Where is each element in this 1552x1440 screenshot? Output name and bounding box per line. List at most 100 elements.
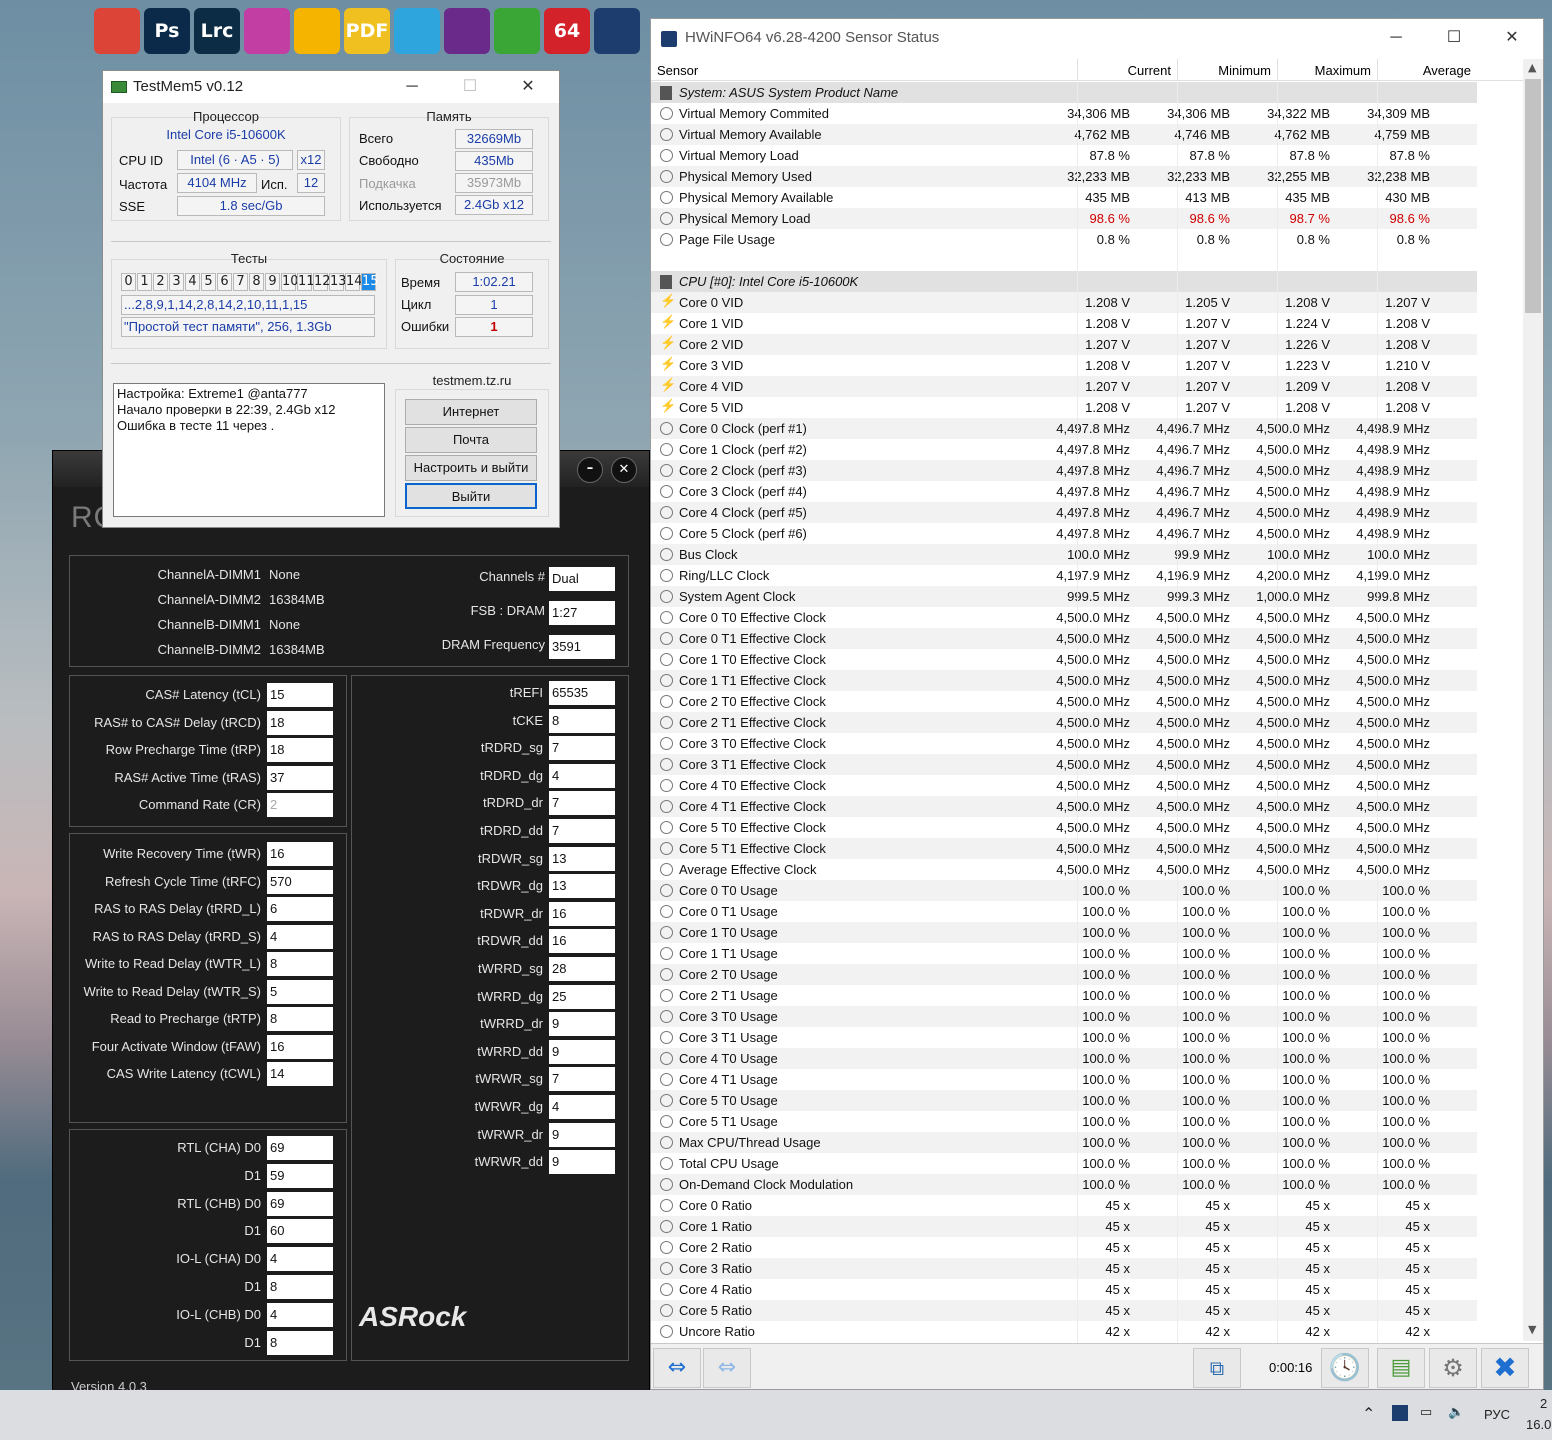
tertiary-timing-value[interactable]: 16 (549, 901, 615, 926)
tertiary-timing-value[interactable]: 25 (549, 984, 615, 1009)
sensor-row[interactable]: Total CPU Usage 100.0 % 100.0 % 100.0 % 100.… (651, 1153, 1477, 1174)
rtl-value[interactable]: 8 (267, 1275, 333, 1299)
sensor-row[interactable]: Core 5 Ratio 45 x 45 x 45 x 45 x (651, 1300, 1477, 1321)
col-minimum[interactable]: Minimum (1177, 59, 1271, 81)
vertical-scrollbar[interactable]: ▲ ▼ (1523, 59, 1543, 1341)
rtl-value[interactable]: 69 (267, 1191, 333, 1216)
network-button[interactable]: ⧉ (1193, 1348, 1241, 1388)
sensor-row[interactable]: Core 3 T0 Effective Clock 4,500.0 MHz 4,50… (651, 733, 1477, 754)
sensor-row[interactable]: Core 1 T0 Usage 100.0 % 100.0 % 100.0 % 100.… (651, 922, 1477, 943)
sensor-row[interactable]: ⚡ Core 5 VID 1.208 V 1.207 V 1.208 V 1.208 V (651, 397, 1477, 418)
sensor-row[interactable]: Virtual Memory Commited 34,306 MB 34,306 M… (651, 103, 1477, 124)
secondary-timing-value[interactable]: 570 (267, 869, 333, 894)
clock-button[interactable]: 🕓 (1321, 1348, 1369, 1388)
tertiary-timing-value[interactable]: 9 (549, 1122, 615, 1147)
aimp-icon[interactable] (294, 8, 340, 54)
col-average[interactable]: Average (1377, 59, 1471, 81)
sensor-row[interactable]: Core 3 T0 Usage 100.0 % 100.0 % 100.0 % 100.… (651, 1006, 1477, 1027)
log-report-button[interactable]: ▤ (1377, 1348, 1425, 1388)
sensor-row[interactable]: Core 1 T1 Usage 100.0 % 100.0 % 100.0 % 100.… (651, 943, 1477, 964)
sensor-row[interactable]: Average Effective Clock 4,500.0 MHz 4,500.… (651, 859, 1477, 880)
sensor-row[interactable]: Core 4 Ratio 45 x 45 x 45 x 45 x (651, 1279, 1477, 1300)
sensor-row[interactable]: Core 0 T1 Usage 100.0 % 100.0 % 100.0 % 100.… (651, 901, 1477, 922)
network-icon[interactable]: ▭ (1420, 1404, 1432, 1420)
primary-timing-value[interactable]: 18 (267, 738, 333, 762)
testmem-close-button[interactable]: ✕ (505, 71, 551, 103)
hwinfo-app-icon[interactable] (594, 8, 640, 54)
sensor-row[interactable]: Core 5 T1 Usage 100.0 % 100.0 % 100.0 % 100.… (651, 1111, 1477, 1132)
sensor-row[interactable]: Virtual Memory Load 87.8 % 87.8 % 87.8 % 87.… (651, 145, 1477, 166)
col-sensor[interactable]: Sensor (657, 63, 698, 78)
rtl-value[interactable]: 59 (267, 1163, 333, 1188)
sensor-row[interactable]: Core 0 Ratio 45 x 45 x 45 x 45 x (651, 1195, 1477, 1216)
language-indicator[interactable]: РУС (1484, 1407, 1510, 1422)
hwinfo-titlebar[interactable]: HWiNFO64 v6.28-4200 Sensor Status ─ ☐ ✕ (651, 19, 1543, 57)
sensor-row[interactable]: Core 4 T0 Usage 100.0 % 100.0 % 100.0 % 100.… (651, 1048, 1477, 1069)
tertiary-timing-value[interactable]: 16 (549, 929, 615, 954)
sensor-row[interactable]: Core 5 T1 Effective Clock 4,500.0 MHz 4,50… (651, 838, 1477, 859)
sensor-row[interactable]: Core 2 T1 Usage 100.0 % 100.0 % 100.0 % 100.… (651, 985, 1477, 1006)
tertiary-timing-value[interactable]: 13 (549, 846, 615, 871)
sensor-row[interactable]: On-Demand Clock Modulation 100.0 % 100.0 %… (651, 1174, 1477, 1195)
sensor-row[interactable]: Core 5 T0 Usage 100.0 % 100.0 % 100.0 % 100.… (651, 1090, 1477, 1111)
log-textbox[interactable]: Настройка: Extreme1 @anta777 Начало прове… (113, 383, 385, 517)
sensor-row[interactable]: Virtual Memory Available 4,762 MB 4,746 MB… (651, 124, 1477, 145)
tertiary-timing-value[interactable]: 7 (549, 1067, 615, 1092)
sensor-row[interactable]: Core 1 T1 Effective Clock 4,500.0 MHz 4,50… (651, 670, 1477, 691)
sensor-row[interactable]: Core 3 Ratio 45 x 45 x 45 x 45 x (651, 1258, 1477, 1279)
sensor-row[interactable]: Core 5 Clock (perf #6) 4,497.8 MHz 4,496.7… (651, 523, 1477, 544)
secondary-timing-value[interactable]: 4 (267, 924, 333, 949)
sensor-row[interactable]: Core 0 T1 Effective Clock 4,500.0 MHz 4,50… (651, 628, 1477, 649)
sensor-row[interactable]: Page File Usage 0.8 % 0.8 % 0.8 % 0.8 % (651, 229, 1477, 250)
sensor-row[interactable]: ⚡ Core 1 VID 1.208 V 1.207 V 1.224 V 1.208 V (651, 313, 1477, 334)
tertiary-timing-value[interactable]: 65535 (549, 681, 615, 705)
secondary-timing-value[interactable]: 16 (267, 1034, 333, 1059)
tertiary-timing-value[interactable]: 7 (549, 791, 615, 816)
photoshop-icon[interactable]: Ps (144, 8, 190, 54)
secondary-timing-value[interactable]: 5 (267, 979, 333, 1004)
telegram-icon[interactable] (394, 8, 440, 54)
exit-button[interactable]: Выйти (405, 483, 537, 509)
channel-info-value[interactable]: 3591 (549, 635, 615, 659)
sensor-row[interactable]: Core 2 Clock (perf #3) 4,497.8 MHz 4,496.7… (651, 460, 1477, 481)
tray-chevron-icon[interactable]: ⌃ (1362, 1404, 1375, 1424)
rtl-value[interactable]: 69 (267, 1136, 333, 1160)
sensor-row[interactable]: Core 1 Ratio 45 x 45 x 45 x 45 x (651, 1216, 1477, 1237)
tray-app-icon[interactable] (1392, 1405, 1408, 1421)
channel-info-value[interactable]: Dual (549, 567, 615, 591)
sensor-row[interactable]: Core 4 T1 Effective Clock 4,500.0 MHz 4,50… (651, 796, 1477, 817)
tertiary-timing-value[interactable]: 4 (549, 1095, 615, 1119)
sensor-row[interactable]: Ring/LLC Clock 4,197.9 MHz 4,196.9 MHz 4,20… (651, 565, 1477, 586)
expand-arrows-button[interactable]: ⇔ (653, 1348, 701, 1388)
testmem-titlebar[interactable]: TestMem5 v0.12 ─ ☐ ✕ (103, 71, 559, 103)
sensor-row[interactable]: ⚡ Core 2 VID 1.207 V 1.207 V 1.226 V 1.208 V (651, 334, 1477, 355)
sensor-row[interactable]: ⚡ Core 3 VID 1.208 V 1.207 V 1.223 V 1.210 V (651, 355, 1477, 376)
testmem-maximize-button[interactable]: ☐ (447, 71, 493, 103)
rtl-value[interactable]: 8 (267, 1330, 333, 1355)
asrock-minimize-button[interactable]: – (577, 457, 603, 483)
tertiary-timing-value[interactable]: 13 (549, 874, 615, 899)
sensor-row[interactable]: Core 3 Clock (perf #4) 4,497.8 MHz 4,496.7… (651, 481, 1477, 502)
tertiary-timing-value[interactable]: 9 (549, 1039, 615, 1064)
primary-timing-value[interactable]: 18 (267, 710, 333, 735)
scroll-up-arrow[interactable]: ▲ (1528, 61, 1536, 74)
lightroom-icon[interactable]: Lrc (194, 8, 240, 54)
col-current[interactable]: Current (1077, 59, 1171, 81)
sensor-row[interactable]: Physical Memory Available 435 MB 413 MB 435… (651, 187, 1477, 208)
rtl-value[interactable]: 60 (267, 1219, 333, 1244)
sensor-row[interactable]: Physical Memory Load 98.6 % 98.6 % 98.7 % 98… (651, 208, 1477, 229)
sensor-group-header[interactable]: System: ASUS System Product Name (651, 82, 1477, 103)
hwinfo-maximize-button[interactable]: ☐ (1431, 22, 1477, 54)
sensor-row[interactable]: Core 2 T0 Effective Clock 4,500.0 MHz 4,50… (651, 691, 1477, 712)
config-exit-button[interactable]: Настроить и выйти (405, 455, 537, 481)
scroll-thumb[interactable] (1525, 79, 1541, 313)
tertiary-timing-value[interactable]: 7 (549, 819, 615, 843)
tertiary-timing-value[interactable]: 9 (549, 1012, 615, 1037)
utorrent-icon[interactable] (494, 8, 540, 54)
clock-date[interactable]: 16.0 (1526, 1417, 1551, 1432)
sensor-group-header[interactable]: CPU [#0]: Intel Core i5-10600K (651, 271, 1477, 292)
collapse-arrows-button[interactable]: ⇔ (703, 1348, 751, 1388)
internet-button[interactable]: Интернет (405, 399, 537, 425)
testmem-minimize-button[interactable]: ─ (389, 71, 435, 103)
sensor-row[interactable]: Core 5 T0 Effective Clock 4,500.0 MHz 4,50… (651, 817, 1477, 838)
